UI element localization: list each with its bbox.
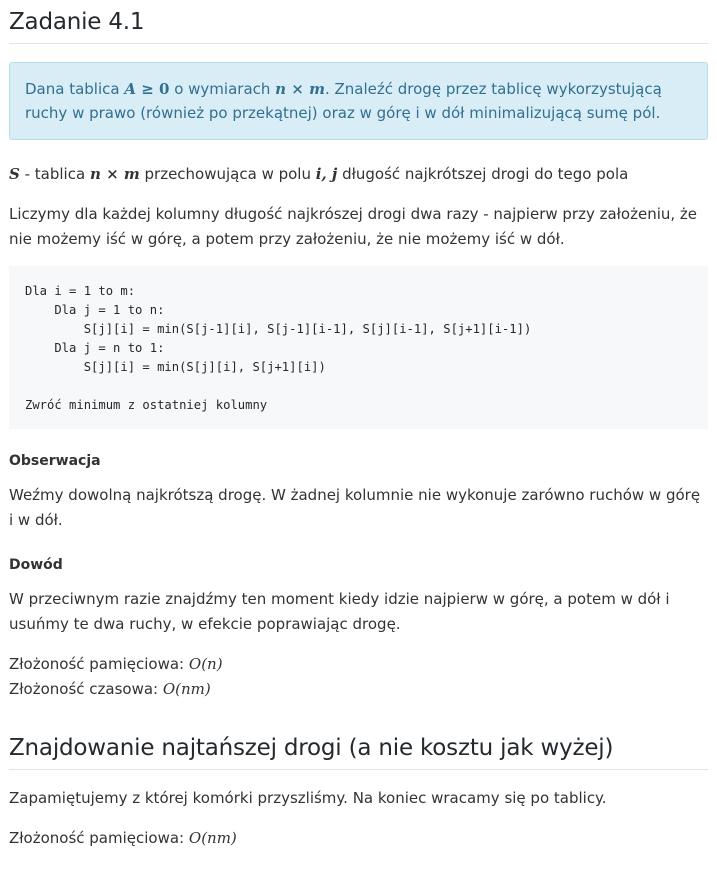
math-geq-zero: ≥ 0 bbox=[136, 80, 170, 98]
p1-text-3: długość najkrótszej drogi do tego pola bbox=[337, 165, 629, 183]
p1-text-1: - tablica bbox=[19, 165, 90, 183]
paragraph-proof: W przeciwnym razie znajdźmy ten moment k… bbox=[9, 590, 670, 633]
memory-label-1: Złożoność pamięciowa: bbox=[9, 655, 189, 673]
math-n-times-m: n × m bbox=[275, 80, 325, 98]
heading-dowod: Dowód bbox=[9, 557, 63, 573]
pseudocode-block: Dla i = 1 to m: Dla j = 1 to n: S[j][i] … bbox=[9, 266, 708, 429]
math-A: A bbox=[124, 80, 136, 98]
section-title-zadanie: Zadanie 4.1 bbox=[9, 0, 708, 44]
memory-complexity-2: Złożoność pamięciowa: O(nm) bbox=[9, 826, 708, 851]
time-label-1: Złożoność czasowa: bbox=[9, 680, 163, 698]
memory-label-2: Złożoność pamięciowa: bbox=[9, 829, 189, 847]
section-title-cheapest-path: Znajdowanie najtańszej drogi (a nie kosz… bbox=[9, 726, 708, 770]
paragraph-method: Liczymy dla każdej kolumny długość najkr… bbox=[9, 205, 698, 248]
paragraph-observation: Weźmy dowolną najkrótszą drogę. W żadnej… bbox=[9, 486, 701, 529]
document: Zadanie 4.1 Dana tablica A ≥ 0 o wymiara… bbox=[0, 0, 717, 851]
paragraph-s-table: S - tablica n × m przechowująca w polu i… bbox=[9, 162, 708, 187]
memory-value-2: O(nm) bbox=[188, 829, 237, 847]
memory-value-1: O(n) bbox=[188, 655, 223, 673]
math-n-times-m-2: n × m bbox=[89, 165, 140, 183]
info-text-2: o wymiarach bbox=[169, 80, 276, 98]
math-S: S bbox=[9, 165, 20, 183]
time-complexity-1: Złożoność czasowa: O(nm) bbox=[9, 677, 708, 702]
p1-text-2: przechowująca w polu bbox=[139, 165, 316, 183]
info-text-1: Dana tablica bbox=[25, 80, 125, 98]
math-i-j: i, j bbox=[315, 165, 338, 183]
heading-obserwacja: Obserwacja bbox=[9, 453, 101, 469]
memory-complexity-1: Złożoność pamięciowa: O(n) bbox=[9, 652, 708, 677]
task-statement-box: Dana tablica A ≥ 0 o wymiarach n × m. Zn… bbox=[9, 62, 708, 140]
time-value-1: O(nm) bbox=[162, 680, 211, 698]
paragraph-backtrack: Zapamiętujemy z której komórki przyszliś… bbox=[9, 789, 607, 807]
